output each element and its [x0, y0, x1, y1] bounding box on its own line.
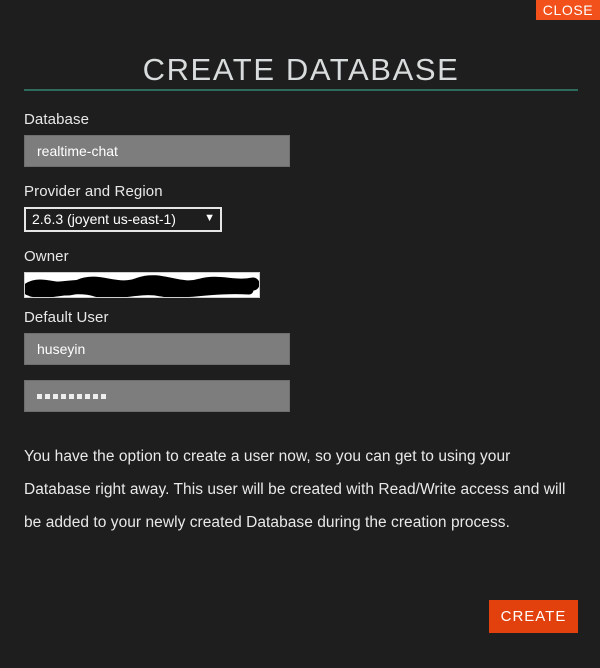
default-user-password-input[interactable]	[24, 380, 290, 412]
default-user-username-input[interactable]	[24, 333, 290, 365]
owner-input[interactable]	[24, 272, 260, 298]
create-database-form: Database Provider and Region 2.6.3 (joye…	[24, 110, 578, 427]
create-button[interactable]: CREATE	[489, 600, 578, 633]
provider-region-selected-value[interactable]: 2.6.3 (joyent us-east-1)	[24, 207, 222, 232]
create-database-dialog: CLOSE CREATE DATABASE Database Provider …	[0, 0, 600, 668]
password-mask-dots	[37, 381, 277, 411]
default-user-label: Default User	[24, 308, 578, 327]
default-user-field-group: Default User	[24, 308, 578, 412]
info-paragraph: You have the option to create a user now…	[24, 440, 580, 539]
owner-field-group: Owner	[24, 247, 578, 298]
database-label: Database	[24, 110, 578, 129]
page-title: CREATE DATABASE	[24, 52, 578, 88]
provider-region-field-group: Provider and Region 2.6.3 (joyent us-eas…	[24, 182, 578, 237]
provider-region-label: Provider and Region	[24, 182, 578, 201]
title-divider	[24, 89, 578, 91]
owner-label: Owner	[24, 247, 578, 266]
redaction-scribble	[24, 275, 260, 297]
close-button[interactable]: CLOSE	[536, 0, 600, 20]
database-field-group: Database	[24, 110, 578, 167]
database-input[interactable]	[24, 135, 290, 167]
provider-region-select[interactable]: 2.6.3 (joyent us-east-1) ▼	[24, 207, 222, 232]
